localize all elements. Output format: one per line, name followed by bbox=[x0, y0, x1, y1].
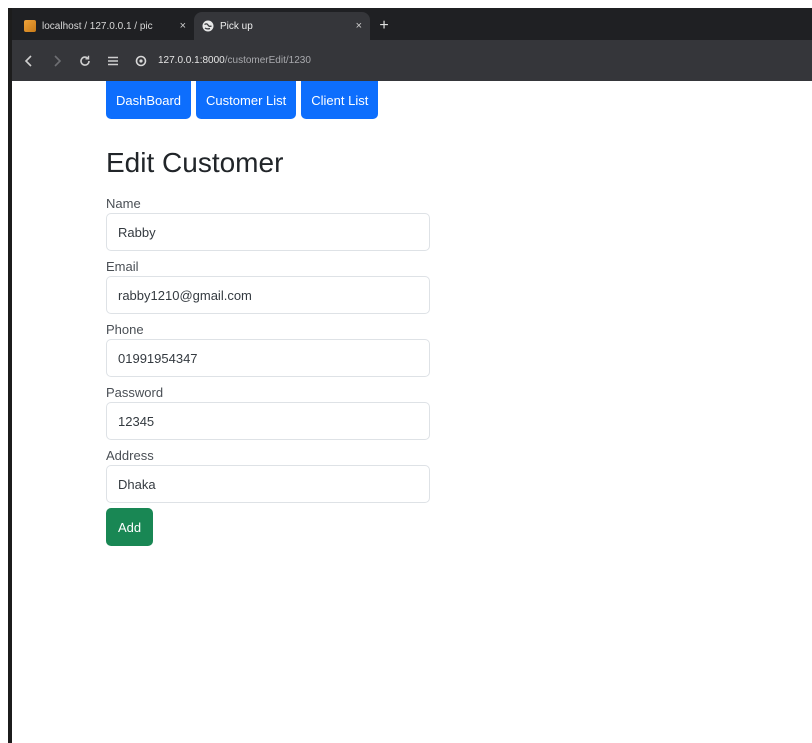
list-icon bbox=[108, 56, 118, 65]
page-content: DashBoard Customer List Client List Edit… bbox=[12, 81, 812, 743]
back-arrow-icon bbox=[24, 54, 32, 67]
phone-label: Phone bbox=[106, 322, 144, 337]
dashboard-button[interactable]: DashBoard bbox=[106, 81, 192, 119]
add-button[interactable]: Add bbox=[106, 508, 154, 546]
browser-tab-phpmyadmin[interactable]: localhost / 127.0.0.1 / pic × bbox=[16, 12, 194, 40]
name-input[interactable] bbox=[106, 213, 430, 251]
url-host: 127.0.0.1:8000 bbox=[158, 55, 225, 66]
edit-customer-form: Name Email Phone Password Address Add bbox=[106, 195, 430, 546]
page-title: Edit Customer bbox=[106, 147, 284, 178]
customer-list-button[interactable]: Customer List bbox=[196, 81, 297, 119]
email-label: Email bbox=[106, 259, 139, 274]
client-list-button[interactable]: Client List bbox=[301, 81, 379, 119]
browser-tabstrip: localhost / 127.0.0.1 / pic × Pick up × … bbox=[12, 8, 812, 40]
tab-title: Pick up bbox=[220, 20, 253, 32]
forward-button[interactable] bbox=[46, 50, 68, 72]
forward-arrow-icon bbox=[54, 54, 62, 67]
close-icon[interactable]: × bbox=[180, 20, 186, 32]
email-input[interactable] bbox=[106, 276, 430, 314]
browser-toolbar: 127.0.0.1:8000/customerEdit/1230 bbox=[12, 40, 812, 81]
browser-tab-pickup[interactable]: Pick up × bbox=[194, 12, 370, 40]
reload-icon bbox=[80, 55, 90, 66]
address-input[interactable] bbox=[106, 465, 430, 503]
top-margin bbox=[0, 0, 812, 8]
tab-title: localhost / 127.0.0.1 / pic bbox=[42, 20, 153, 32]
close-icon[interactable]: × bbox=[356, 20, 362, 32]
globe-icon bbox=[202, 20, 214, 32]
password-input[interactable] bbox=[106, 402, 430, 440]
back-button[interactable] bbox=[18, 50, 40, 72]
site-info-button[interactable] bbox=[132, 52, 150, 70]
screenshot-frame: localhost / 127.0.0.1 / pic × Pick up × … bbox=[0, 0, 812, 743]
top-nav: DashBoard Customer List Client List bbox=[106, 81, 379, 119]
name-label: Name bbox=[106, 196, 141, 211]
phpmyadmin-icon bbox=[24, 20, 36, 32]
site-settings-icon bbox=[135, 55, 147, 66]
address-bar[interactable]: 127.0.0.1:8000/customerEdit/1230 bbox=[158, 55, 311, 66]
password-label: Password bbox=[106, 385, 164, 400]
new-tab-button[interactable]: + bbox=[374, 12, 394, 40]
reading-mode-button[interactable] bbox=[102, 50, 124, 72]
phone-input[interactable] bbox=[106, 339, 430, 377]
address-label: Address bbox=[106, 448, 154, 463]
url-path: /customerEdit/1230 bbox=[224, 55, 311, 66]
reload-button[interactable] bbox=[74, 50, 96, 72]
